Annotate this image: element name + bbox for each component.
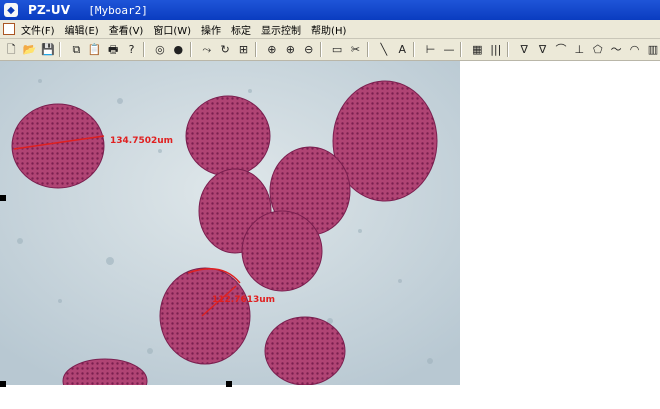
toolbar: 🗋 📂 💾 ⧉ 📋 🖶? ◎ ● ⤳ ↻ ⊞ ⊕ ⊕ ⊖ ▭ ✂ ╲ A ⊢ — ▦ ||| ∇ ∇ ⌒ ⊥ ⬠ 〜 ◠ ▥	[0, 39, 660, 61]
zoom-in-icon[interactable]: ⊕	[283, 42, 297, 57]
toolbar-separator	[254, 42, 257, 57]
filled-circle-icon[interactable]: ●	[171, 42, 185, 57]
tool-icon[interactable]: ✂	[348, 42, 362, 57]
toolbar-separator	[189, 42, 192, 57]
toolbar-separator	[506, 42, 509, 57]
dimension-icon[interactable]: ⊢	[423, 42, 437, 57]
menu-calibrate[interactable]: 标定	[231, 22, 251, 37]
protractor-icon[interactable]: ◠	[627, 42, 641, 57]
zoom-fit-icon[interactable]: ⊕	[265, 42, 279, 57]
toolbar-separator	[366, 42, 369, 57]
arc-tool-icon[interactable]: ⌒	[554, 42, 568, 57]
zoom-out-icon[interactable]: ⊖	[302, 42, 316, 57]
polygon-tool-icon[interactable]: ⬠	[591, 42, 605, 57]
app-logo-icon: ◆	[4, 3, 18, 17]
selection-handle-left[interactable]	[0, 195, 6, 201]
menu-edit[interactable]: 编辑(E)	[65, 22, 99, 37]
histogram-icon[interactable]: ▥	[646, 42, 660, 57]
circle-outline-icon[interactable]: ◎	[153, 42, 167, 57]
save-icon[interactable]: 💾	[41, 42, 55, 57]
menu-window[interactable]: 窗口(W)	[153, 22, 191, 37]
text-icon[interactable]: A	[395, 42, 409, 57]
open-folder-icon[interactable]: 📂	[22, 42, 37, 57]
menu-file[interactable]: 文件(F)	[21, 22, 55, 37]
document-icon	[3, 23, 15, 35]
rectangle-icon[interactable]: ▭	[330, 42, 344, 57]
menu-help[interactable]: 帮助(H)	[311, 22, 346, 37]
new-file-icon[interactable]: 🗋	[4, 42, 18, 57]
selection-handle-bottom-mid[interactable]	[226, 381, 232, 387]
curve-tool-icon[interactable]: 〜	[609, 42, 623, 57]
rotate-icon[interactable]: ↻	[218, 42, 232, 57]
measurement-label-1: 134.7502um	[110, 136, 174, 146]
app-title: PZ-UV	[28, 3, 71, 17]
document-title: [Myboar2]	[88, 3, 148, 17]
menu-view[interactable]: 查看(V)	[109, 22, 144, 37]
copy-icon[interactable]: ⧉	[69, 42, 83, 57]
menu-display-control[interactable]: 显示控制	[261, 22, 301, 37]
toolbar-separator	[319, 42, 322, 57]
grid-icon[interactable]: ⊞	[236, 42, 250, 57]
micrograph-image	[0, 61, 460, 404]
calibrate-icon[interactable]: ⤳	[200, 42, 214, 57]
toolbar-separator	[413, 42, 416, 57]
measurement-label-2: 112.7613um	[212, 295, 276, 305]
angle-tool-2-icon[interactable]: ∇	[535, 42, 549, 57]
title-bar: ◆ PZ-UV [Myboar2]	[0, 0, 660, 20]
menu-operate[interactable]: 操作	[201, 22, 221, 37]
paste-icon[interactable]: 📋	[88, 42, 102, 57]
bars-icon[interactable]: |||	[489, 42, 503, 57]
horizontal-line-icon[interactable]: —	[442, 42, 456, 57]
help-icon[interactable]: ?	[124, 42, 138, 57]
image-viewport[interactable]: 134.7502um 112.7613um	[0, 61, 460, 404]
toolbar-separator	[460, 42, 463, 57]
color-palette-icon[interactable]: ▦	[470, 42, 484, 57]
line-icon[interactable]: ╲	[377, 42, 391, 57]
selection-handle-bottom-left[interactable]	[0, 381, 6, 387]
baseline-icon[interactable]: ⊥	[572, 42, 586, 57]
angle-tool-icon[interactable]: ∇	[517, 42, 531, 57]
menu-bar: 文件(F) 编辑(E) 查看(V) 窗口(W) 操作 标定 显示控制 帮助(H)	[0, 20, 660, 39]
print-icon[interactable]: 🖶	[106, 42, 120, 57]
toolbar-separator	[142, 42, 145, 57]
toolbar-separator	[59, 42, 62, 57]
